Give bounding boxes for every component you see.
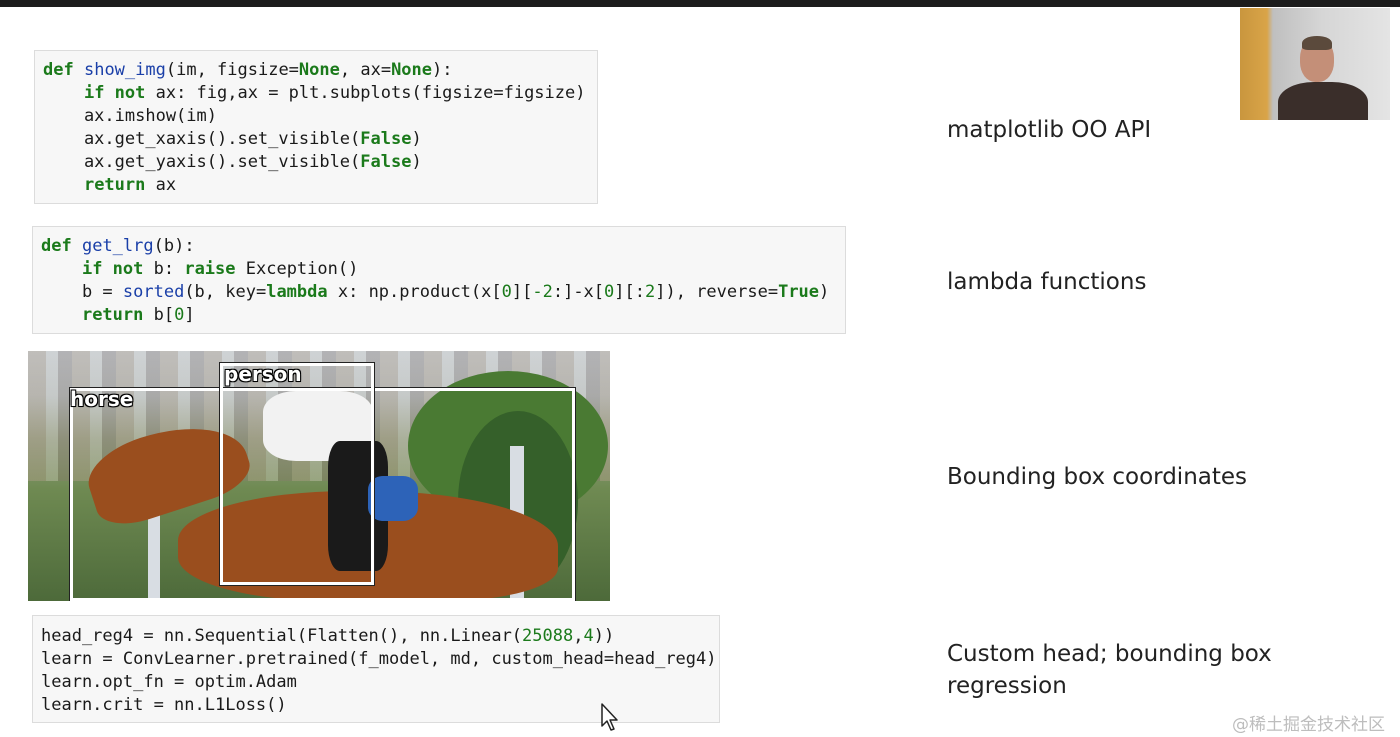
code-token: (b): — [153, 236, 195, 256]
code-token: True — [778, 282, 820, 302]
code-line: return ax — [43, 174, 597, 197]
code-token: , — [573, 626, 584, 646]
code-line: def show_img(im, figsize=None, ax=None): — [43, 59, 597, 82]
code-token: None — [298, 60, 340, 80]
code-cell-show-img[interactable]: def show_img(im, figsize=None, ax=None):… — [34, 50, 598, 204]
code-token: 25088 — [522, 626, 574, 646]
code-token: return — [81, 305, 144, 325]
code-token: ] — [184, 305, 195, 325]
code-token: x: np.product(x[ — [327, 282, 502, 302]
code-token: :]-x[ — [552, 282, 605, 302]
code-token: learn = ConvLearner.pretrained(f_model, … — [41, 649, 717, 669]
code-token: b: — [143, 259, 185, 279]
label-bounding-box-coordinates: Bounding box coordinates — [947, 464, 1248, 490]
label-custom-head: Custom head; bounding box regression — [947, 641, 1272, 699]
mouse-cursor-icon — [601, 703, 618, 731]
code-token: False — [360, 152, 412, 172]
code-token: 2 — [645, 282, 656, 302]
code-token: ) — [819, 282, 830, 302]
code-token: ) — [411, 129, 422, 149]
person-bounding-box — [219, 362, 375, 586]
code-token: learn.crit = nn.L1Loss() — [41, 695, 287, 715]
code-token: ax.get_yaxis().set_visible( — [43, 152, 361, 172]
code-token: False — [360, 129, 412, 149]
code-token: 0 — [501, 282, 512, 302]
bounding-box-image: horse person — [28, 351, 610, 601]
code-token: def — [43, 60, 74, 80]
code-token: ][: — [614, 282, 645, 302]
code-token: show_img — [83, 60, 166, 80]
code-token: 0 — [174, 305, 185, 325]
code-token: sorted — [122, 282, 185, 302]
code-token: ax: fig,ax = plt.subplots(figsize=figsiz… — [145, 83, 586, 103]
code-token: , ax= — [339, 60, 392, 80]
code-token: 0 — [604, 282, 615, 302]
webcam-overlay — [1240, 8, 1390, 120]
code-block: def get_lrg(b): if not b: raise Exceptio… — [41, 235, 845, 327]
code-token: def — [41, 236, 72, 256]
code-token: )) — [593, 626, 615, 646]
code-line: learn.opt_fn = optim.Adam — [41, 671, 719, 694]
code-token: ) — [411, 152, 422, 172]
code-cell-get-lrg[interactable]: def get_lrg(b): if not b: raise Exceptio… — [32, 226, 846, 334]
code-token: ): — [432, 60, 453, 80]
code-token: learn.opt_fn = optim.Adam — [41, 672, 297, 692]
code-token: ]), reverse= — [655, 282, 779, 302]
presenter-body — [1278, 82, 1368, 120]
horse-box-label: horse — [70, 387, 134, 411]
code-token: -2 — [532, 282, 553, 302]
presenter-hair — [1302, 36, 1332, 50]
code-line: def get_lrg(b): — [41, 235, 845, 258]
label-lambda-functions: lambda functions — [947, 269, 1147, 295]
code-token: ][ — [511, 282, 533, 302]
code-block: def show_img(im, figsize=None, ax=None):… — [43, 59, 597, 197]
code-token: if not — [83, 83, 146, 103]
code-line: if not b: raise Exception() — [41, 258, 845, 281]
code-token: ax — [145, 175, 177, 195]
top-bar — [0, 0, 1400, 7]
code-token: ax.get_xaxis().set_visible( — [43, 129, 361, 149]
code-line: ax.get_xaxis().set_visible(False) — [43, 128, 597, 151]
code-line: learn = ConvLearner.pretrained(f_model, … — [41, 648, 719, 671]
code-token: ax.imshow(im) — [43, 106, 217, 126]
code-token: None — [391, 60, 433, 80]
code-token: (im, figsize= — [165, 60, 299, 80]
code-token: Exception() — [235, 259, 359, 279]
code-line: head_reg4 = nn.Sequential(Flatten(), nn.… — [41, 625, 719, 648]
code-token: get_lrg — [81, 236, 154, 256]
person-box-label: person — [224, 362, 302, 386]
code-token: return — [83, 175, 146, 195]
code-token: if not — [81, 259, 144, 279]
watermark: @稀土掘金技术社区 — [1232, 715, 1385, 735]
code-line: ax.imshow(im) — [43, 105, 597, 128]
code-token: head_reg4 = nn.Sequential(Flatten(), nn.… — [41, 626, 523, 646]
code-line: ax.get_yaxis().set_visible(False) — [43, 151, 597, 174]
code-line: return b[0] — [41, 304, 845, 327]
code-token: b[ — [143, 305, 175, 325]
code-token: (b, key= — [184, 282, 267, 302]
code-token: b = — [41, 282, 123, 302]
code-token: lambda — [266, 282, 328, 302]
label-matplotlib-oo-api: matplotlib OO API — [947, 117, 1152, 143]
code-line: b = sorted(b, key=lambda x: np.product(x… — [41, 281, 845, 304]
code-line: if not ax: fig,ax = plt.subplots(figsize… — [43, 82, 597, 105]
code-token: 4 — [583, 626, 594, 646]
code-token: raise — [184, 259, 236, 279]
